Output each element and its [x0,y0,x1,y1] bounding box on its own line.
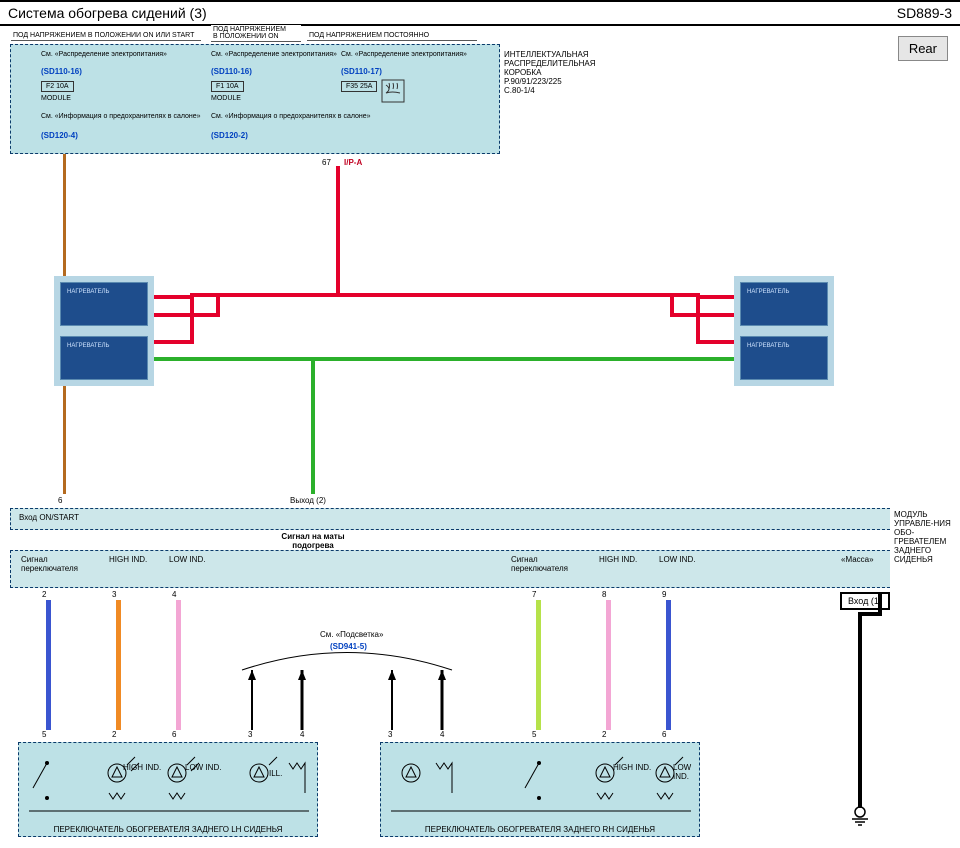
see-power-2: См. «Распределение электропитания» [211,51,337,58]
label-sig-sw-r: Сигнал переключателя [511,555,571,573]
swpin-3l: 3 [248,730,252,739]
label-mass: «Масса» [841,555,874,564]
input-1-box: Вход (1) [840,592,890,610]
label-out2: Выход (2) [290,496,326,505]
see-fuse-2: См. «Информация о предохранителях в сало… [211,113,371,120]
swpin-4l: 4 [300,730,304,739]
see-power-3: См. «Распределение электропитания» [341,51,467,58]
ref-sd110-16b: (SD110-16) [211,67,252,76]
pin-4l: 4 [172,590,176,599]
label-high-l: HIGH IND. [109,555,147,564]
label-sig-sw-l: Сигнал переключателя [21,555,81,573]
fuse-f2: F2 10A [41,81,74,92]
switch-lh-symbol [19,743,319,823]
lh-ill-label: ILL. [269,769,282,778]
ref-sd110-16a: (SD110-16) [41,67,82,76]
wire-pink-l [176,600,181,730]
ref-sd120-4: (SD120-4) [41,131,78,140]
fuse-f1: F1 10A [211,81,244,92]
rear-button[interactable]: Rear [898,36,948,61]
swpin-4m: 4 [440,730,444,739]
ref-sd120-2: (SD120-2) [211,131,248,140]
power-distribution-box: ПОД НАПРЯЖЕНИЕМ В ПОЛОЖЕНИИ ON ИЛИ START… [10,44,500,154]
page-header: Система обогрева сидений (3) SD889-3 [0,0,960,26]
wire-green-h [150,357,701,361]
voltage-header-3: ПОД НАПРЯЖЕНИЕМ ПОСТОЯННО [307,31,477,41]
heater-lh-bottom: НАГРЕВАТЕЛЬ [60,336,148,380]
wire-green-v [311,357,315,494]
pin-2l: 2 [42,590,46,599]
swpin-6r: 6 [662,730,666,739]
ref-sd110-17: (SD110-17) [341,67,382,76]
module-label-2: MODULE [211,95,241,102]
label-low-l: LOW IND. [169,555,205,564]
see-fuse-1: См. «Информация о предохранителях в сало… [41,113,201,120]
swpin-5l: 5 [42,730,46,739]
pin-9r: 9 [662,590,666,599]
title-right: SD889-3 [897,5,952,21]
pd-side-label: ИНТЕЛЛЕКТУАЛЬНАЯ РАСПРЕДЕЛИТЕЛЬНАЯ КОРОБ… [504,50,614,95]
pin-67: 67 [322,158,331,167]
switch-rh-title: ПЕРЕКЛЮЧАТЕЛЬ ОБОГРЕВАТЕЛЯ ЗАДНЕГО RH СИ… [381,825,699,834]
switch-lh-title: ПЕРЕКЛЮЧАТЕЛЬ ОБОГРЕВАТЕЛЯ ЗАДНЕГО LH СИ… [19,825,317,834]
lh-high-label: HIGH IND. [123,763,161,772]
switch-rh-box: HIGH IND. LOW IND. ПЕРЕКЛЮЧАТЕЛЬ ОБОГРЕВ… [380,742,700,837]
rh-low-label: LOW IND. [673,763,699,781]
wire-orange-l [116,600,121,730]
rh-high-label: HIGH IND. [613,763,651,772]
wire-red-main-v [336,166,340,296]
seat-heater-icon [381,79,405,103]
pin-6-top: 6 [58,496,62,505]
fuse-f35: F35 25A [341,81,377,92]
pin-3l: 3 [112,590,116,599]
ground-icon [848,806,872,826]
swpin-3m: 3 [388,730,392,739]
illum-see: См. «Подсветка» [320,630,383,639]
module-side-label: МОДУЛЬ УПРАВЛЕ-НИЯ ОБО-ГРЕВАТЕЛЕМ ЗАДНЕГ… [894,510,956,564]
swpin-2l: 2 [112,730,116,739]
label-high-r: HIGH IND. [599,555,637,564]
pin-7r: 7 [532,590,536,599]
wire-red-main-h [190,293,700,297]
swpin-6l: 6 [172,730,176,739]
control-module-bar-2: Сигнал переключателя HIGH IND. LOW IND. … [10,550,890,588]
switch-rh-symbol [381,743,701,823]
heater-rh-top: НАГРЕВАТЕЛЬ [740,282,828,326]
control-module-bar: Вход ON/START [10,508,890,530]
pin-8r: 8 [602,590,606,599]
lh-low-label: LOW IND. [185,763,221,772]
label-in-onstart: Вход ON/START [19,513,79,522]
illum-branch [232,650,462,740]
voltage-header-1: ПОД НАПРЯЖЕНИЕМ В ПОЛОЖЕНИИ ON ИЛИ START [11,31,201,41]
heater-lh-top: НАГРЕВАТЕЛЬ [60,282,148,326]
wire-blue-l [46,600,51,730]
voltage-header-2: ПОД НАПРЯЖЕНИЕМ В ПОЛОЖЕНИИ ON [211,25,301,42]
wire-lime-r [536,600,541,730]
module-label-1: MODULE [41,95,71,102]
switch-lh-box: HIGH IND. LOW IND. ILL. ПЕРЕКЛЮЧАТЕЛЬ ОБ… [18,742,318,837]
label-signal-mat: Сигнал на маты подогрева [268,532,358,550]
wire-ground-v [858,612,862,808]
wire-pink-r [606,600,611,730]
heater-rh-bottom: НАГРЕВАТЕЛЬ [740,336,828,380]
title-left: Система обогрева сидений (3) [8,5,207,21]
label-low-r: LOW IND. [659,555,695,564]
swpin-2r: 2 [602,730,606,739]
label-ipa: I/P-A [344,158,362,167]
wire-blue-r [666,600,671,730]
swpin-5r: 5 [532,730,536,739]
see-power-1: См. «Распределение электропитания» [41,51,167,58]
